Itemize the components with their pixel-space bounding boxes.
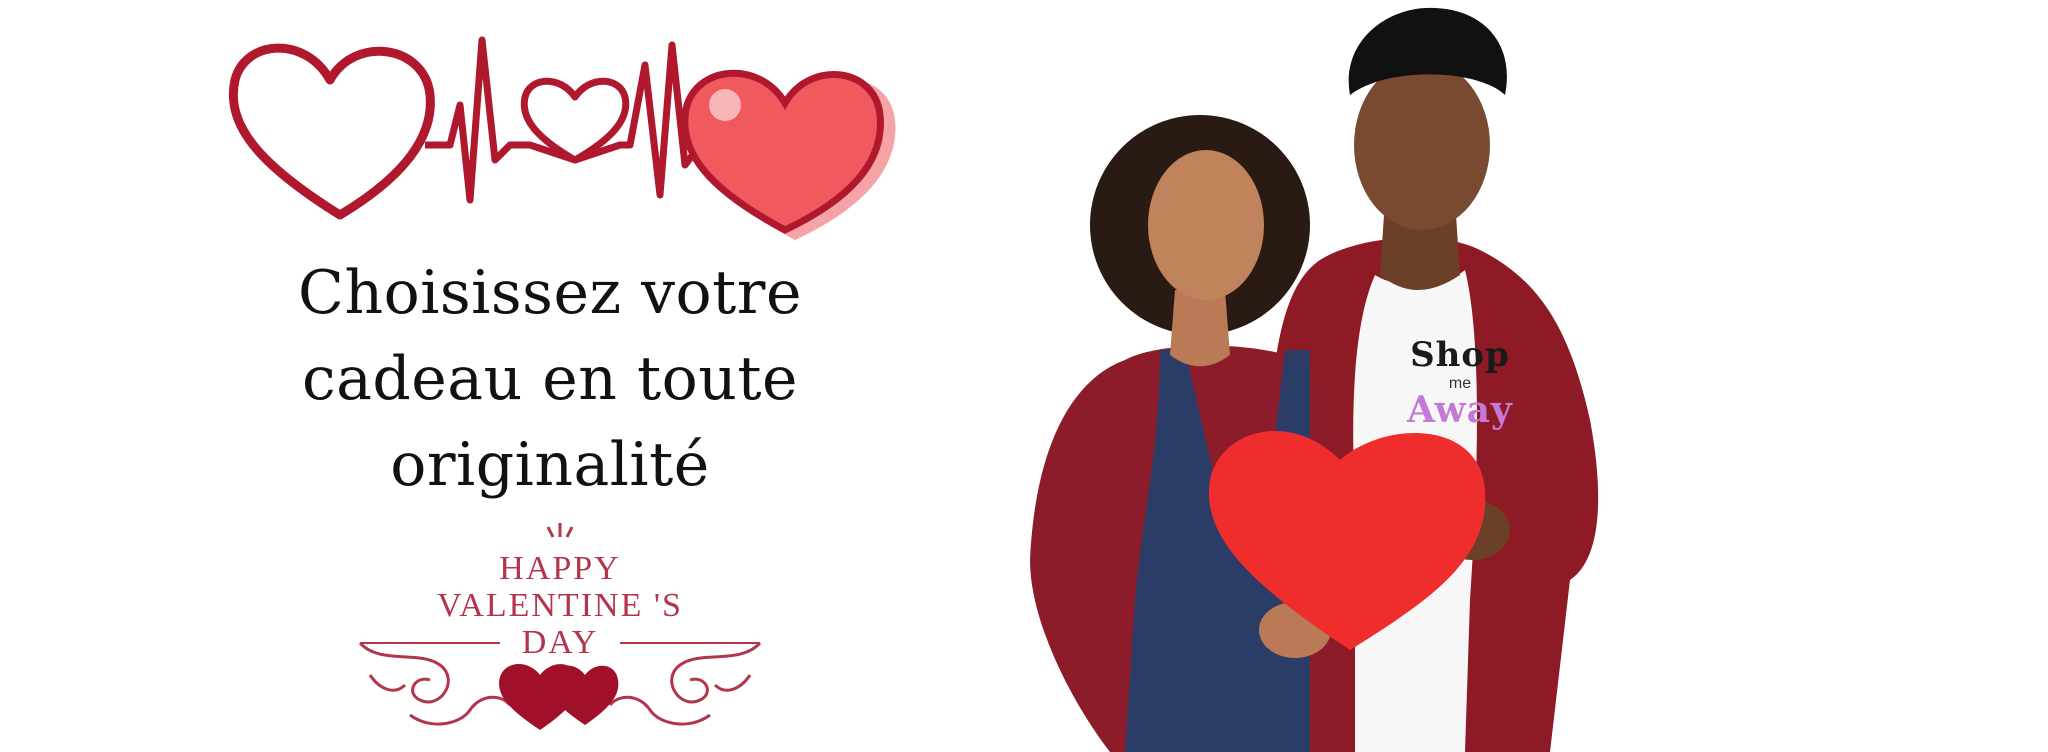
brand-away-text: Away — [1407, 389, 1513, 431]
headline-line-2: cadeau en toute — [302, 344, 798, 414]
heart-filled-icon — [681, 69, 896, 240]
brand-shop-text: Shop — [1410, 335, 1510, 375]
headline: Choisissez votre cadeau en toute origina… — [200, 250, 900, 508]
valentine-emblem: HAPPY VALENTINE 'S DAY — [350, 515, 770, 750]
heart-outline-icon — [228, 43, 435, 220]
brand-logo: Shop me Away — [1385, 335, 1535, 435]
valentine-text-day: DAY — [521, 624, 599, 661]
headline-line-3: originalité — [390, 430, 710, 500]
valentine-banner: Choisissez votre cadeau en toute origina… — [0, 0, 2048, 752]
valentine-text-happy: HAPPY — [499, 550, 621, 587]
heartbeat-hearts-graphic — [228, 36, 896, 240]
headline-line-1: Choisissez votre — [298, 258, 802, 328]
heartbeat-line-icon — [425, 36, 720, 204]
woman-figure — [1030, 115, 1344, 752]
valentine-text-valentines: VALENTINE 'S — [437, 587, 683, 624]
